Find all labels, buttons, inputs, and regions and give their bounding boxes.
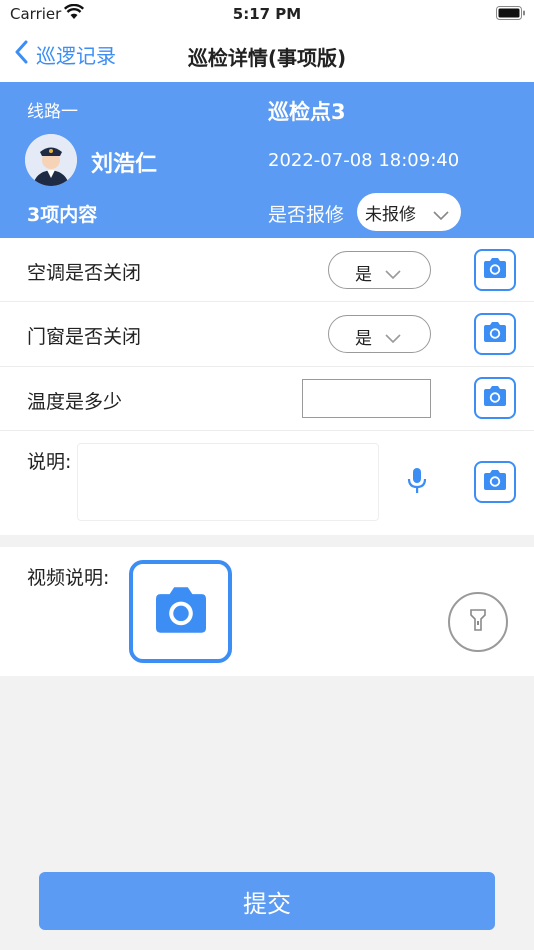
item-label: 门窗是否关闭 — [27, 326, 142, 348]
video-camera-button[interactable] — [129, 560, 232, 663]
repair-status-select[interactable]: 未报修 — [357, 193, 461, 231]
nav-bar: 巡逻记录 巡检详情(事项版) — [0, 28, 534, 82]
answer-value: 是 — [355, 265, 372, 285]
checkpoint-name: 巡检点3 — [268, 100, 346, 124]
video-label: 视频说明: — [27, 567, 110, 589]
submit-button[interactable]: 提交 — [39, 872, 495, 930]
list-item: 温度是多少 — [0, 367, 534, 431]
description-label: 说明: — [27, 451, 72, 473]
flashlight-button[interactable] — [448, 592, 508, 652]
camera-icon — [482, 321, 508, 347]
answer-select[interactable]: 是 — [328, 251, 431, 289]
microphone-icon[interactable] — [406, 467, 428, 499]
repair-label: 是否报修 — [268, 204, 345, 226]
camera-button[interactable] — [474, 313, 516, 355]
item-label: 温度是多少 — [27, 391, 123, 413]
camera-button[interactable] — [474, 249, 516, 291]
clock: 5:17 PM — [232, 5, 302, 23]
chevron-down-icon — [385, 265, 401, 285]
flashlight-icon — [469, 609, 487, 635]
inspection-header: 线路一 巡检点3 刘浩仁 2022-07-08 18:09:40 3项内容 是否… — [0, 82, 534, 238]
battery-icon — [496, 6, 526, 24]
status-bar: Carrier 5:17 PM — [0, 0, 534, 28]
page-title: 巡检详情(事项版) — [187, 46, 347, 70]
camera-icon — [150, 585, 212, 639]
description-input[interactable] — [77, 443, 379, 521]
chevron-down-icon — [385, 329, 401, 349]
repair-status-value: 未报修 — [365, 204, 416, 225]
description-row: 说明: — [0, 431, 534, 535]
avatar — [25, 134, 77, 186]
item-label: 空调是否关闭 — [27, 262, 142, 284]
camera-button[interactable] — [474, 377, 516, 419]
item-count: 3项内容 — [27, 204, 98, 226]
camera-icon — [482, 257, 508, 283]
answer-select[interactable]: 是 — [328, 315, 431, 353]
list-item: 门窗是否关闭 是 — [0, 302, 534, 367]
camera-button[interactable] — [474, 461, 516, 503]
chevron-down-icon — [433, 206, 449, 226]
list-item: 空调是否关闭 是 — [0, 238, 534, 302]
camera-icon — [482, 469, 508, 495]
answer-value: 是 — [355, 329, 372, 349]
video-section: 视频说明: — [0, 547, 534, 676]
inspector-name: 刘浩仁 — [91, 152, 158, 177]
inspection-datetime: 2022-07-08 18:09:40 — [268, 150, 460, 171]
temperature-input[interactable] — [302, 379, 431, 418]
route-name: 线路一 — [27, 102, 78, 122]
camera-icon — [482, 385, 508, 411]
